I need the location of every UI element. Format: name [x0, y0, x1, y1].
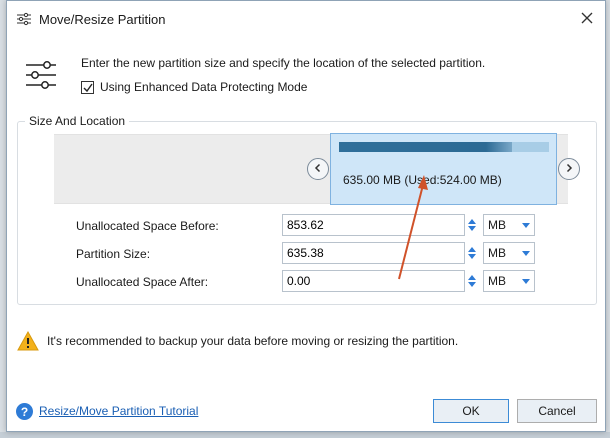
- usage-bar: [339, 142, 549, 152]
- group-title: Size And Location: [25, 114, 130, 128]
- dropdown-arrow-icon: [522, 250, 530, 256]
- partition-size-field-label: Partition Size:: [76, 247, 151, 261]
- move-right-button[interactable]: [558, 158, 580, 180]
- unallocated-after-unit-select[interactable]: MB: [483, 270, 535, 292]
- move-left-button[interactable]: [307, 158, 329, 180]
- close-button[interactable]: [575, 7, 599, 31]
- enhanced-mode-label: Using Enhanced Data Protecting Mode: [100, 80, 308, 94]
- chevron-left-icon: [313, 162, 323, 176]
- dropdown-arrow-icon: [522, 278, 530, 284]
- warning-text: It's recommended to backup your data bef…: [47, 334, 459, 348]
- spin-down-icon: [468, 254, 476, 259]
- spin-down-icon: [468, 226, 476, 231]
- chevron-right-icon: [564, 162, 574, 176]
- unallocated-after-label: Unallocated Space After:: [76, 275, 209, 289]
- cancel-button[interactable]: Cancel: [517, 399, 597, 423]
- move-resize-dialog: Move/Resize Partition Enter the new part…: [6, 0, 606, 432]
- dropdown-arrow-icon: [522, 222, 530, 228]
- tutorial-link[interactable]: Resize/Move Partition Tutorial: [39, 404, 198, 418]
- spin-up-icon: [468, 247, 476, 252]
- partition-size-spinner[interactable]: [465, 242, 479, 264]
- close-icon: [581, 12, 593, 27]
- instruction-text: Enter the new partition size and specify…: [81, 56, 486, 70]
- window-title: Move/Resize Partition: [39, 12, 166, 27]
- ok-label: OK: [462, 404, 480, 418]
- partition-size-unit-select[interactable]: MB: [483, 242, 535, 264]
- unallocated-before-input[interactable]: [282, 214, 465, 236]
- partition-size-label: 635.00 MB (Used:524.00 MB): [343, 173, 502, 187]
- sliders-icon: [17, 12, 31, 26]
- unallocated-after-input[interactable]: [282, 270, 465, 292]
- partition-block[interactable]: 635.00 MB (Used:524.00 MB): [330, 133, 557, 205]
- checkbox-box[interactable]: [81, 80, 94, 94]
- unallocated-before-label: Unallocated Space Before:: [76, 219, 219, 233]
- usage-fill: [339, 142, 513, 152]
- spin-down-icon: [468, 282, 476, 287]
- unit-value: MB: [488, 246, 506, 260]
- adjust-sliders-icon: [25, 59, 57, 91]
- unit-value: MB: [488, 274, 506, 288]
- warning-icon: [17, 330, 39, 351]
- unit-value: MB: [488, 218, 506, 232]
- ok-button[interactable]: OK: [433, 399, 509, 423]
- checkmark-icon: [83, 83, 93, 92]
- background-window-bottom: [0, 432, 610, 438]
- unallocated-before-unit-select[interactable]: MB: [483, 214, 535, 236]
- help-icon[interactable]: ?: [16, 403, 33, 420]
- title-bar: Move/Resize Partition: [7, 1, 605, 37]
- partition-size-input[interactable]: [282, 242, 465, 264]
- cancel-label: Cancel: [538, 404, 576, 418]
- unallocated-before-spinner[interactable]: [465, 214, 479, 236]
- spin-up-icon: [468, 275, 476, 280]
- spin-up-icon: [468, 219, 476, 224]
- enhanced-mode-checkbox[interactable]: Using Enhanced Data Protecting Mode: [81, 80, 307, 94]
- unallocated-after-spinner[interactable]: [465, 270, 479, 292]
